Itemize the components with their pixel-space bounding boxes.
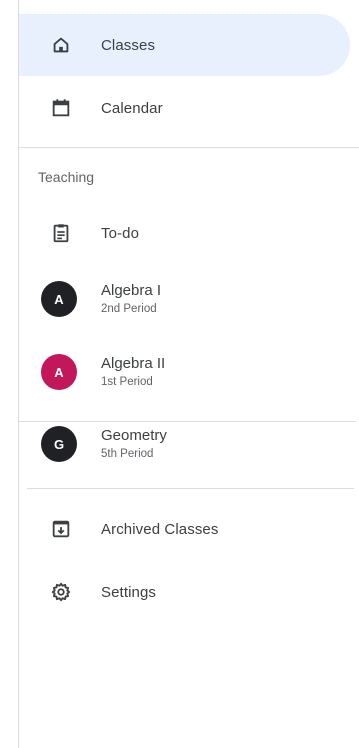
class-text: Algebra I 2nd Period bbox=[101, 282, 161, 317]
nav-item-label: To-do bbox=[101, 224, 140, 242]
nav-item-calendar[interactable]: Calendar bbox=[19, 77, 350, 139]
class-name: Algebra I bbox=[101, 281, 162, 299]
class-avatar: A bbox=[41, 281, 77, 317]
section-title-teaching: Teaching bbox=[38, 169, 95, 185]
navigation-drawer: Classes Calendar Teaching To-do A Algebr… bbox=[18, 0, 359, 748]
class-text: Algebra II 1st Period bbox=[101, 355, 165, 390]
clipboard-icon bbox=[50, 222, 72, 244]
nav-item-classes[interactable]: Classes bbox=[19, 14, 350, 76]
class-text: Geometry 5th Period bbox=[101, 427, 167, 462]
class-period: 2nd Period bbox=[101, 302, 157, 315]
class-item-geometry[interactable]: G Geometry 5th Period bbox=[19, 413, 350, 475]
nav-item-settings[interactable]: Settings bbox=[19, 561, 350, 623]
class-name: Algebra II bbox=[101, 354, 166, 372]
divider bbox=[19, 147, 359, 148]
class-avatar: A bbox=[41, 354, 77, 390]
nav-item-archived-classes[interactable]: Archived Classes bbox=[19, 498, 350, 560]
divider bbox=[27, 488, 354, 489]
nav-item-label: Classes bbox=[101, 36, 156, 54]
class-item-algebra-2[interactable]: A Algebra II 1st Period bbox=[19, 341, 350, 403]
nav-item-label: Archived Classes bbox=[101, 520, 219, 538]
class-avatar: G bbox=[41, 426, 77, 462]
nav-item-todo[interactable]: To-do bbox=[19, 202, 350, 264]
class-period: 5th Period bbox=[101, 447, 154, 460]
nav-item-label: Calendar bbox=[101, 99, 163, 117]
class-name: Geometry bbox=[101, 426, 167, 444]
archive-icon bbox=[50, 518, 72, 540]
calendar-icon bbox=[50, 97, 72, 119]
class-period: 1st Period bbox=[101, 375, 153, 388]
nav-item-label: Settings bbox=[101, 583, 156, 601]
gear-icon bbox=[50, 581, 72, 603]
class-item-algebra-1[interactable]: A Algebra I 2nd Period bbox=[19, 268, 350, 330]
home-icon bbox=[50, 34, 72, 56]
